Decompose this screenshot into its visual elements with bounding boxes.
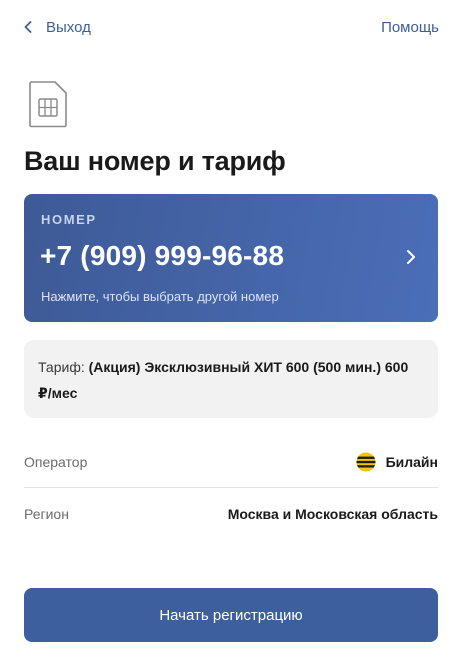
back-label: Выход bbox=[46, 18, 91, 36]
chevron-left-icon bbox=[24, 21, 32, 33]
operator-value-wrap: Билайн bbox=[356, 452, 438, 472]
region-row: Регион Москва и Московская область bbox=[24, 488, 438, 540]
number-label: НОМЕР bbox=[41, 212, 97, 227]
start-registration-button[interactable]: Начать регистрацию bbox=[24, 588, 438, 642]
back-link[interactable]: Выход bbox=[24, 19, 91, 36]
tariff-name: (Акция) Эксклюзивный ХИТ 600 (500 мин.) … bbox=[38, 359, 409, 401]
top-bar: Выход Помощь bbox=[24, 16, 439, 38]
sim-card-icon bbox=[29, 81, 67, 128]
operator-value: Билайн bbox=[385, 453, 438, 470]
tariff-box: Тариф: (Акция) Эксклюзивный ХИТ 600 (500… bbox=[24, 340, 438, 418]
registration-page: Выход Помощь Ваш номер и тариф НОМЕР +7 … bbox=[0, 0, 463, 661]
beeline-logo-icon bbox=[356, 452, 376, 471]
operator-label: Оператор bbox=[24, 453, 88, 470]
phone-number: +7 (909) 999-96-88 bbox=[40, 240, 285, 271]
operator-row: Оператор Билайн bbox=[24, 436, 438, 488]
tariff-prefix: Тариф: bbox=[38, 359, 85, 375]
page-title: Ваш номер и тариф bbox=[24, 146, 286, 176]
help-link[interactable]: Помощь bbox=[381, 19, 439, 36]
region-value: Москва и Московская область bbox=[227, 506, 438, 522]
phone-number-card[interactable]: НОМЕР +7 (909) 999-96-88 Нажмите, чтобы … bbox=[24, 194, 438, 322]
chevron-right-icon bbox=[407, 250, 415, 264]
region-label: Регион bbox=[24, 506, 69, 522]
number-hint: Нажмите, чтобы выбрать другой номер bbox=[41, 289, 279, 304]
